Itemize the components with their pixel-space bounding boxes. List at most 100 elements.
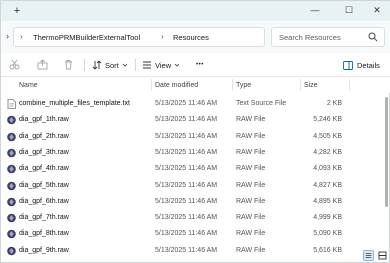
file-name: dia_gpf_6th.raw xyxy=(19,197,69,205)
address-bar: › › ThermoPRMBuilderExternalTool › Resou… xyxy=(1,21,390,53)
file-date-modified: 5/13/2025 11:46 AM xyxy=(155,181,218,189)
file-row[interactable]: dia_gpf_2th.raw 5/13/2025 11:46 AM RAW Fil… xyxy=(1,129,390,145)
column-divider[interactable] xyxy=(349,79,350,91)
sort-button[interactable]: Sort xyxy=(92,58,128,72)
file-row[interactable]: dia_gpf_7th.raw 5/13/2025 11:46 AM RAW Fil… xyxy=(1,210,390,226)
file-date-modified: 5/13/2025 11:46 AM xyxy=(155,148,218,156)
breadcrumb-separator: › xyxy=(20,32,23,41)
file-type: RAW File xyxy=(236,132,266,140)
file-type: RAW File xyxy=(236,246,266,254)
column-divider[interactable] xyxy=(300,79,301,91)
expand-path-chevron-icon[interactable]: › xyxy=(6,31,9,41)
file-type: RAW File xyxy=(236,181,266,189)
details-label: Details xyxy=(357,60,380,70)
share-icon[interactable] xyxy=(37,59,48,70)
more-icon: ••• xyxy=(196,62,204,68)
scrollbar-thumb[interactable] xyxy=(385,97,388,207)
column-header-size[interactable]: Size xyxy=(304,82,318,89)
file-size: 5,246 KB xyxy=(313,116,342,124)
file-date-modified: 5/13/2025 11:46 AM xyxy=(155,165,218,173)
file-date-modified: 5/13/2025 11:46 AM xyxy=(155,116,218,124)
column-header-name[interactable]: Name xyxy=(19,82,38,89)
file-date-modified: 5/13/2025 11:46 AM xyxy=(155,197,218,205)
close-button[interactable]: ✕ xyxy=(367,3,387,17)
file-date-modified: 5/13/2025 11:46 AM xyxy=(155,132,218,140)
file-type: RAW File xyxy=(236,214,266,222)
vertical-scrollbar[interactable] xyxy=(384,93,389,243)
file-type: RAW File xyxy=(236,148,266,156)
raw-file-icon xyxy=(7,115,16,125)
raw-file-icon xyxy=(7,148,16,158)
title-bar: + — ☐ ✕ xyxy=(1,1,390,21)
file-size: 4,282 KB xyxy=(313,148,342,156)
command-divider xyxy=(84,59,85,71)
raw-file-icon xyxy=(7,197,16,207)
search-placeholder: Search Resources xyxy=(279,33,341,42)
file-name: dia_gpf_3th.raw xyxy=(19,148,69,156)
command-divider xyxy=(135,59,136,71)
column-header-row: Name Date modified Type Size xyxy=(1,77,390,93)
file-name: dia_gpf_2th.raw xyxy=(19,132,69,140)
file-row[interactable]: dia_gpf_4th.raw 5/13/2025 11:46 AM RAW Fil… xyxy=(1,161,390,177)
file-type: Text Source File xyxy=(236,100,287,107)
file-row[interactable]: dia_gpf_5th.raw 5/13/2025 11:46 AM RAW Fil… xyxy=(1,178,390,194)
minimize-button[interactable]: — xyxy=(305,3,325,17)
file-row[interactable]: dia_gpf_9th.raw 5/13/2025 11:46 AM RAW Fil… xyxy=(1,243,390,259)
column-divider[interactable] xyxy=(232,79,233,91)
search-icon xyxy=(368,32,378,42)
file-size: 4,895 KB xyxy=(313,197,342,205)
file-name: dia_gpf_5th.raw xyxy=(19,181,69,189)
file-row[interactable]: combine_multiple_files_template.txt 5/13/… xyxy=(1,96,390,112)
file-explorer-window: + — ☐ ✕ › › ThermoPRMBuilderExternalTool… xyxy=(0,0,390,263)
file-row[interactable]: dia_gpf_6th.raw 5/13/2025 11:46 AM RAW Fil… xyxy=(1,194,390,210)
file-name: dia_gpf_7th.raw xyxy=(19,214,69,222)
raw-file-icon xyxy=(7,213,16,223)
delete-icon[interactable] xyxy=(63,59,74,70)
file-type: RAW File xyxy=(236,116,266,124)
tiles-view-icon[interactable] xyxy=(377,250,388,261)
file-row[interactable]: dia_gpf_1th.raw 5/13/2025 11:46 AM RAW Fil… xyxy=(1,112,390,128)
file-name: combine_multiple_files_template.txt xyxy=(19,100,130,107)
raw-file-icon xyxy=(7,164,16,174)
details-pane-icon xyxy=(343,60,353,70)
details-view-icon[interactable] xyxy=(363,250,374,261)
details-button[interactable]: Details xyxy=(338,57,383,73)
sort-icon xyxy=(92,60,102,70)
view-button[interactable]: View xyxy=(142,58,180,72)
file-name: dia_gpf_1th.raw xyxy=(19,116,69,124)
raw-file-icon xyxy=(7,181,16,190)
column-header-date[interactable]: Date modified xyxy=(155,82,198,89)
new-tab-button[interactable]: + xyxy=(10,4,24,18)
chevron-down-icon xyxy=(174,63,180,67)
raw-file-icon xyxy=(7,132,16,141)
command-bar: Sort View ••• Details xyxy=(1,53,390,77)
column-divider[interactable] xyxy=(151,79,152,91)
see-more-button[interactable]: ••• xyxy=(196,58,204,72)
file-size: 2 KB xyxy=(326,100,342,107)
file-date-modified: 5/13/2025 11:46 AM xyxy=(155,230,218,238)
file-row[interactable]: dia_gpf_3th.raw 5/13/2025 11:46 AM RAW Fil… xyxy=(1,145,390,161)
file-name: dia_gpf_4th.raw xyxy=(19,165,69,173)
column-header-type[interactable]: Type xyxy=(236,82,251,89)
breadcrumb-separator: › xyxy=(161,32,164,41)
breadcrumb[interactable]: › ThermoPRMBuilderExternalTool › Resourc… xyxy=(13,27,265,47)
breadcrumb-item-thermoprmbuilder[interactable]: ThermoPRMBuilderExternalTool xyxy=(33,33,140,42)
cut-icon[interactable] xyxy=(9,59,20,70)
file-date-modified: 5/13/2025 11:46 AM xyxy=(155,214,218,222)
file-type: RAW File xyxy=(236,230,266,238)
maximize-button[interactable]: ☐ xyxy=(339,3,359,17)
view-label: View xyxy=(155,60,172,70)
breadcrumb-item-resources[interactable]: Resources xyxy=(173,33,209,42)
chevron-down-icon xyxy=(122,63,128,67)
file-type: RAW File xyxy=(236,197,266,205)
raw-file-icon xyxy=(7,246,16,255)
file-size: 5,616 KB xyxy=(313,246,342,254)
file-date-modified: 5/13/2025 11:46 AM xyxy=(155,100,218,107)
file-row[interactable]: dia_gpf_8th.raw 5/13/2025 11:46 AM RAW Fil… xyxy=(1,226,390,242)
file-type: RAW File xyxy=(236,165,266,173)
text-file-icon xyxy=(7,99,16,109)
file-date-modified: 5/13/2025 11:46 AM xyxy=(155,246,218,254)
search-input[interactable]: Search Resources xyxy=(271,27,385,47)
file-size: 4,093 KB xyxy=(313,165,342,173)
file-size: 5,090 KB xyxy=(313,230,342,238)
